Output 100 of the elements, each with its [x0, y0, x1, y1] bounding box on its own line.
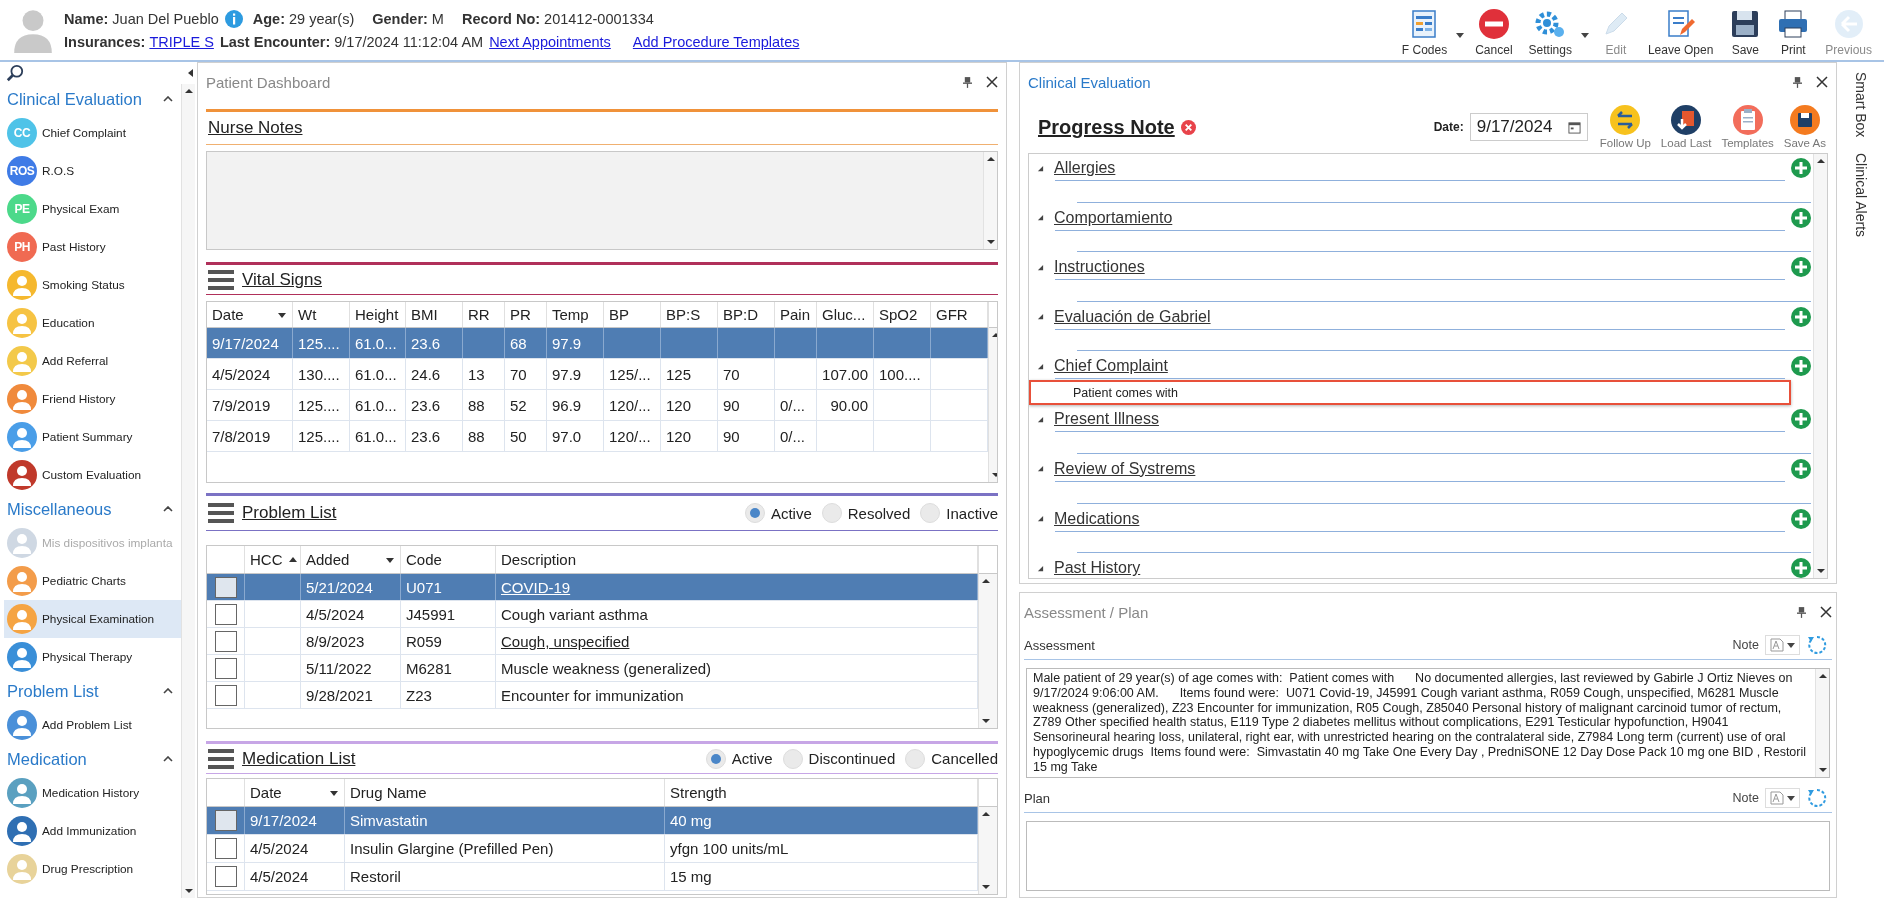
action-button[interactable]: Templates: [1719, 105, 1776, 149]
table-row[interactable]: 4/5/2024 130.... 61.0... 24.6 13 70 97.9 125/... 125 70 107.00 100....: [207, 359, 988, 390]
section-title[interactable]: Nurse Notes: [208, 118, 303, 138]
toolbar-button[interactable]: Leave Open: [1639, 4, 1722, 59]
section-title[interactable]: Vital Signs: [242, 269, 322, 290]
column-header[interactable]: Pain: [775, 302, 817, 327]
date-label: Date:: [1433, 120, 1464, 134]
sidebar-item[interactable]: CC Chief Complaint: [4, 114, 181, 152]
table-row[interactable]: 4/5/2024 Restoril 15 mg: [207, 863, 978, 891]
initials-badge: PE: [7, 194, 37, 224]
sidebar-item[interactable]: Custom Evaluation: [4, 456, 181, 494]
column-header[interactable]: Date: [245, 779, 345, 806]
column-header[interactable]: PR: [505, 302, 547, 327]
table-row[interactable]: 9/17/2024 125.... 61.0... 23.6 68 97.9: [207, 328, 988, 359]
sidebar-item[interactable]: Pediatric Charts: [4, 562, 181, 600]
sidebar-item[interactable]: Drug Prescription: [4, 850, 181, 888]
field-value: Juan Del Pueblo: [112, 11, 219, 27]
toolbar-button[interactable]: F Codes: [1393, 4, 1456, 59]
group-title: Miscellaneous: [6, 499, 112, 519]
section-title[interactable]: Past History: [1054, 559, 1141, 578]
header-link[interactable]: Add Procedure Templates: [632, 34, 800, 50]
assessment-text: Male patient of 29 year(s) of age comes with: Patient comes with No documented allergies, last reviewed by Gabirle J Ortiz Nieves on 9/17/2024 9:06:00 AM. Items found were: U071 Covid-19, J45991 Cough variant asthma, R059 Cough, unspecified, M6281 Muscle weakness (generalized), Z23 Encounter for immunization, R05 Cough, Z85040 Personal history of malignant carcinoid tumor of rectum, Z789 Other specified health status, E119 Type 2 diabetes mellitus without complications, E291 Testicular hypofunction, H9041 Sensorineural hearing loss, unilateral, right ear, with unrestricted hearing on the contralateral side, Z7984 Long term (current) use of oral hypoglycemic drugs Items found were: Simvastatin 40 mg Take One Every Day , PredniSONE 12 Day Dose Pack 10 mg one BID , Restoril 15 mg Take: [1032, 670, 1808, 776]
sidebar-item[interactable]: Add Referral: [4, 342, 181, 380]
toolbar-button[interactable]: Cancel: [1467, 4, 1521, 59]
table-row[interactable]: 4/5/2024 J45991 Cough variant asthma: [207, 601, 978, 628]
sidebar-item[interactable]: Physical Therapy: [4, 638, 181, 676]
filter-radio[interactable]: Discontinued: [782, 748, 896, 769]
filter-radio[interactable]: Resolved: [821, 503, 911, 523]
action-button[interactable]: Load Last: [1658, 105, 1714, 149]
insurance-link[interactable]: TRIPLE S: [149, 34, 214, 50]
section-content[interactable]: Patient comes with: [1029, 380, 1791, 406]
field-value: M: [431, 11, 444, 27]
sidebar-item[interactable]: Physical Examination: [4, 600, 181, 638]
table-row[interactable]: 5/21/2024 U071 COVID-19: [207, 574, 978, 601]
column-header[interactable]: Gluc...: [817, 302, 874, 327]
field-value: 29 year(s): [289, 11, 355, 27]
table-row[interactable]: 9/17/2024 Simvastatin 40 mg: [207, 807, 978, 835]
column-header[interactable]: HCC: [245, 546, 301, 573]
section-title[interactable]: Comportamiento: [1054, 208, 1173, 227]
sidebar-item[interactable]: Smoking Status: [4, 266, 181, 304]
sidebar-item[interactable]: Medication History: [4, 774, 181, 812]
toolbar-button[interactable]: Print: [1769, 4, 1818, 59]
section-title[interactable]: Problem List: [242, 503, 337, 523]
section-title[interactable]: Chief Complaint: [1054, 357, 1168, 376]
column-header[interactable]: Height: [350, 302, 406, 327]
table-row[interactable]: 9/28/2021 Z23 Encounter for immunization: [207, 682, 978, 709]
field-label: Insurances:: [64, 34, 146, 50]
sidebar-item[interactable]: Patient Summary: [4, 418, 181, 456]
group-title: Clinical Evaluation: [6, 89, 142, 109]
table-row[interactable]: 7/8/2019 125.... 61.0... 23.6 88 50 97.0 120/... 120 90 0/...: [207, 421, 988, 452]
table-row[interactable]: 7/9/2019 125.... 61.0... 23.6 88 52 96.9 120/... 120 90 0/... 90.00: [207, 390, 988, 421]
sidebar-item[interactable]: PH Past History: [4, 228, 181, 266]
section-title[interactable]: Instructiones: [1054, 258, 1145, 277]
side-tab[interactable]: Clinical Alerts: [1852, 153, 1869, 238]
column-header[interactable]: BP: [604, 302, 661, 327]
date-field[interactable]: 9/17/2024: [1469, 113, 1588, 141]
column-header[interactable]: Wt: [293, 302, 350, 327]
column-header[interactable]: BMI: [406, 302, 463, 327]
section-title[interactable]: Evaluación de Gabriel: [1054, 307, 1211, 326]
note-title: Progress Note: [1038, 115, 1175, 139]
toolbar-button[interactable]: Settings: [1520, 4, 1580, 59]
sidebar-item[interactable]: ROS R.O.S: [4, 152, 181, 190]
sidebar-item[interactable]: PE Physical Exam: [4, 190, 181, 228]
action-button[interactable]: Save As: [1781, 105, 1828, 149]
sidebar-item[interactable]: Add Immunization: [4, 812, 181, 850]
table-row[interactable]: 4/5/2024 Insulin Glargine (Prefilled Pen) yfgn 100 units/mL: [207, 835, 978, 863]
sidebar-item[interactable]: Education: [4, 304, 181, 342]
section-title[interactable]: Review of Systrems: [1054, 459, 1196, 478]
column-header[interactable]: GFR: [931, 302, 988, 327]
section-title[interactable]: Medication List: [242, 748, 356, 769]
field-label: Assessment: [1024, 637, 1095, 653]
section-title[interactable]: Present Illness: [1054, 410, 1159, 429]
toolbar-button[interactable]: Save: [1721, 4, 1770, 59]
field-label: Record No:: [461, 11, 541, 27]
section-title[interactable]: Allergies: [1054, 159, 1116, 177]
table-row[interactable]: 5/11/2022 M6281 Muscle weakness (generalized): [207, 655, 978, 682]
column-header[interactable]: RR: [463, 302, 505, 327]
header-link[interactable]: Next Appointments: [489, 34, 611, 50]
table-row[interactable]: 8/9/2023 R059 Cough, unspecified: [207, 628, 978, 655]
sidebar-item[interactable]: Add Problem List: [4, 706, 181, 744]
filter-radio[interactable]: Cancelled: [905, 748, 998, 769]
action-button[interactable]: Follow Up: [1597, 105, 1653, 149]
column-header[interactable]: Strength: [665, 779, 978, 806]
column-header[interactable]: Added: [301, 546, 401, 573]
filter-radio[interactable]: Active: [744, 503, 812, 523]
field-label: Gender:: [372, 11, 428, 27]
field-label: Name:: [64, 11, 109, 27]
side-tab[interactable]: Smart Box: [1852, 72, 1869, 138]
column-header[interactable]: Description: [496, 546, 978, 573]
section-title[interactable]: Medications: [1054, 509, 1140, 528]
column-header[interactable]: Code: [401, 546, 496, 573]
column-header[interactable]: BP:D: [718, 302, 775, 327]
column-header[interactable]: Temp: [547, 302, 604, 327]
filter-radio[interactable]: Active: [705, 748, 773, 769]
column-header[interactable]: BP:S: [661, 302, 718, 327]
column-header[interactable]: Drug Name: [345, 779, 665, 806]
column-header[interactable]: Date: [207, 302, 293, 327]
sidebar-item[interactable]: Friend History: [4, 380, 181, 418]
column-header[interactable]: SpO2: [874, 302, 931, 327]
filter-radio[interactable]: Inactive: [920, 503, 998, 523]
